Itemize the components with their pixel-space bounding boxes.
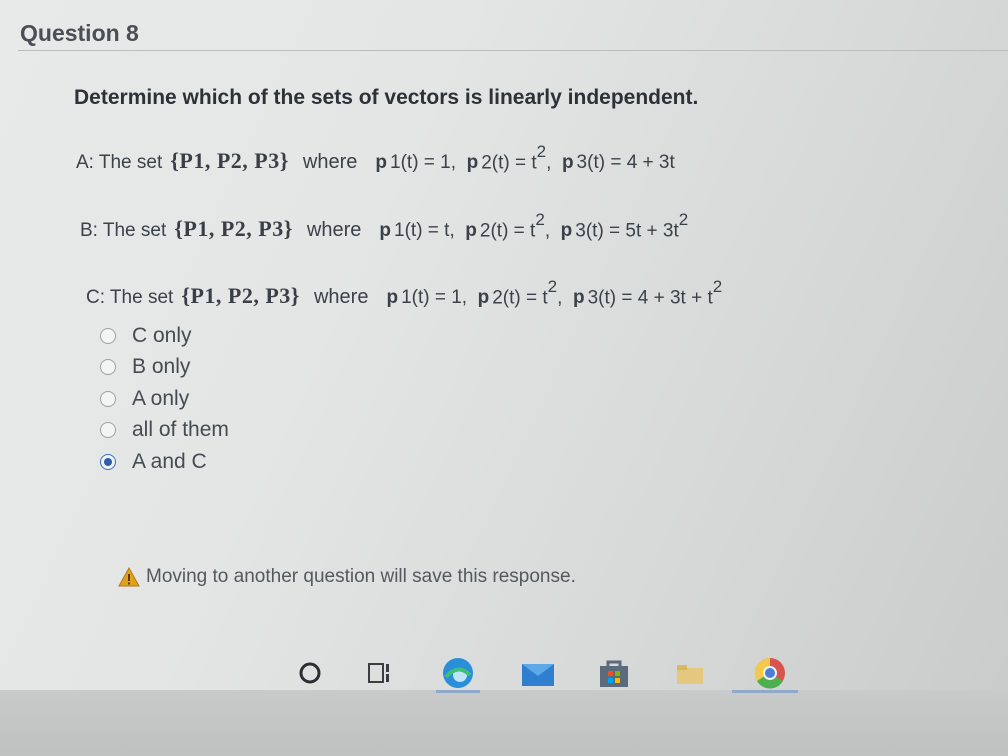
option-a-and-c[interactable]: A and C [100,446,229,478]
edge-icon[interactable] [440,655,476,691]
mail-icon[interactable] [520,655,556,691]
option-label: A and C [132,449,207,473]
active-indicator [732,690,798,693]
where-text: where [306,219,362,242]
question-header: Question 8 [18,14,1008,51]
formula-p2: p 2(t) = t2, [466,142,552,174]
set-label: C: The set [86,287,174,309]
formula-p1: p 1(t) = 1, [375,152,457,174]
option-label: C only [132,323,192,347]
option-all-of-them[interactable]: all of them [100,415,229,447]
option-label: all of them [132,418,229,442]
store-icon[interactable] [596,655,632,691]
formula-p3: p 3(t) = 4 + 3t [561,152,675,174]
set-b: B: The set {P1, P2, P3} where p 1(t) = t,… [80,210,689,242]
set-notation: {P1, P2, P3} [181,283,300,309]
chrome-icon[interactable] [752,655,788,691]
formula-p3: p 3(t) = 4 + 3t + t2 [572,277,723,309]
search-icon[interactable] [292,655,328,691]
formula-p1: p 1(t) = 1, [386,287,468,309]
radio-button[interactable] [100,422,116,439]
option-label: A only [132,386,190,410]
radio-button-selected[interactable] [100,453,116,470]
set-c: C: The set {P1, P2, P3} where p 1(t) = 1,… [86,277,723,309]
formula-p2: p 2(t) = t2, [477,277,563,309]
taskbar [0,690,1008,756]
set-label: A: The set [76,152,163,174]
option-c-only[interactable]: C only [100,320,229,352]
task-view-icon[interactable] [362,655,398,691]
answer-options: C only B only A only all of them A and C [100,320,229,478]
radio-button[interactable] [100,327,116,344]
question-card: Question 8 Determine which of the sets o… [0,0,1008,690]
warning-icon [118,567,140,587]
set-a: A: The set {P1, P2, P3} where p 1(t) = 1,… [76,142,675,174]
option-b-only[interactable]: B only [100,352,229,384]
files-icon[interactable] [672,655,708,691]
radio-button[interactable] [100,390,116,407]
where-text: where [302,151,358,174]
save-warning: Moving to another question will save thi… [118,566,576,588]
option-label: B only [132,355,191,379]
formula-p3: p 3(t) = 5t + 3t2 [560,210,689,242]
question-title: Question 8 [20,20,139,46]
option-a-only[interactable]: A only [100,383,229,415]
where-text: where [313,286,369,309]
warning-text: Moving to another question will save thi… [146,566,576,587]
active-indicator [436,690,480,693]
set-notation: {P1, P2, P3} [174,216,293,242]
radio-button[interactable] [100,359,116,376]
formula-p1: p 1(t) = t, [379,220,455,242]
set-notation: {P1, P2, P3} [170,148,289,174]
set-label: B: The set [80,220,167,242]
formula-p2: p 2(t) = t2, [465,210,551,242]
question-prompt: Determine which of the sets of vectors i… [74,86,699,109]
